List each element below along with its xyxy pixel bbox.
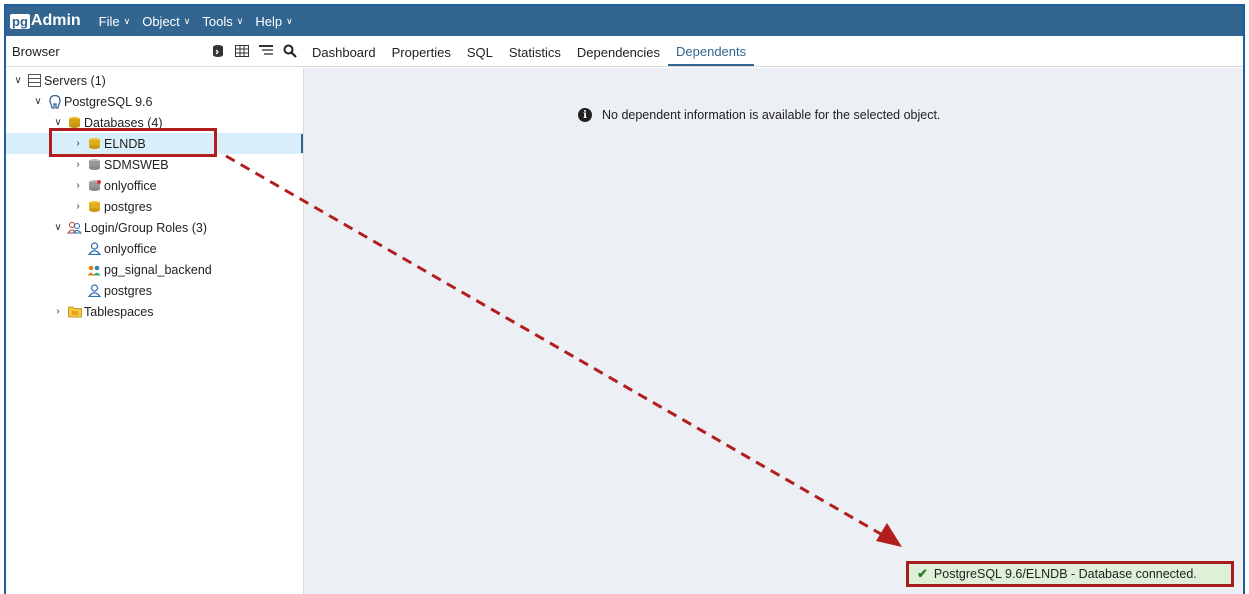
tree-node-servers[interactable]: ∨ Servers (1) bbox=[12, 70, 106, 91]
chevron-right-icon[interactable]: › bbox=[72, 201, 84, 212]
menu-object-label: Object bbox=[142, 13, 180, 29]
tree-label: Tablespaces bbox=[84, 304, 154, 319]
app-window: pg Admin File ∨ Object ∨ Tools ∨ Help ∨ … bbox=[4, 4, 1245, 594]
chevron-right-icon[interactable]: › bbox=[72, 138, 84, 149]
tree-node-db-elndb[interactable]: › ELNDB bbox=[6, 133, 303, 154]
object-tree: ∨ Servers (1) ∨ PostgreSQL 9.6 ∨ Databas… bbox=[6, 68, 304, 594]
database-icon bbox=[87, 137, 102, 150]
check-icon: ✔ bbox=[917, 566, 928, 581]
chevron-down-icon: ∨ bbox=[236, 15, 244, 26]
menu-tools-label: Tools bbox=[202, 13, 233, 29]
main-menu: File ∨ Object ∨ Tools ∨ Help ∨ bbox=[93, 14, 299, 29]
tree-label: ELNDB bbox=[104, 136, 146, 151]
tree-label: pg_signal_backend bbox=[104, 262, 212, 277]
tree-label: SDMSWEB bbox=[104, 157, 169, 172]
logo-admin: Admin bbox=[30, 12, 81, 29]
postgresql-elephant-icon bbox=[47, 94, 62, 109]
tab-dashboard[interactable]: Dashboard bbox=[304, 45, 384, 66]
chevron-right-icon[interactable]: › bbox=[72, 180, 84, 191]
chevron-down-icon[interactable]: ∨ bbox=[52, 117, 64, 128]
view-data-icon[interactable] bbox=[232, 41, 252, 61]
database-disconnected-icon bbox=[87, 158, 102, 171]
database-icon bbox=[87, 200, 102, 213]
tree-node-server[interactable]: ∨ PostgreSQL 9.6 bbox=[32, 91, 152, 112]
user-icon bbox=[87, 242, 102, 255]
search-objects-icon[interactable] bbox=[280, 41, 300, 61]
tree-node-login-roles[interactable]: ∨ Login/Group Roles (3) bbox=[52, 217, 207, 238]
menu-help[interactable]: Help ∨ bbox=[249, 14, 298, 29]
group-roles-icon bbox=[67, 221, 82, 234]
dependents-panel: i No dependent information is available … bbox=[304, 68, 1243, 594]
tree-node-databases[interactable]: ∨ Databases (4) bbox=[52, 112, 163, 133]
tree-node-tablespaces[interactable]: › Tablespaces bbox=[52, 301, 154, 322]
group-role-icon bbox=[87, 263, 102, 276]
info-message: i No dependent information is available … bbox=[578, 108, 940, 122]
chevron-right-icon[interactable]: › bbox=[72, 159, 84, 170]
chevron-down-icon[interactable]: ∨ bbox=[32, 96, 44, 107]
pgadmin-logo: pg Admin bbox=[10, 12, 81, 30]
tree-label: postgres bbox=[104, 199, 152, 214]
browser-title: Browser bbox=[12, 43, 60, 59]
database-disconnected-icon bbox=[87, 179, 102, 192]
browser-panel-header: Browser bbox=[6, 36, 304, 67]
tab-properties[interactable]: Properties bbox=[384, 45, 459, 66]
menu-file[interactable]: File ∨ bbox=[93, 14, 137, 29]
chevron-down-icon: ∨ bbox=[286, 15, 293, 26]
info-icon: i bbox=[578, 108, 592, 122]
query-tool-icon[interactable] bbox=[208, 41, 228, 61]
chevron-down-icon: ∨ bbox=[183, 15, 191, 26]
user-icon bbox=[87, 284, 102, 297]
tree-label: postgres bbox=[104, 283, 152, 298]
filter-rows-icon[interactable] bbox=[256, 41, 276, 61]
tab-sql[interactable]: SQL bbox=[459, 45, 501, 66]
menu-tools[interactable]: Tools ∨ bbox=[196, 14, 249, 29]
tree-label: Databases (4) bbox=[84, 115, 163, 130]
chevron-down-icon[interactable]: ∨ bbox=[12, 75, 24, 86]
tree-label: onlyoffice bbox=[104, 241, 157, 256]
chevron-down-icon[interactable]: ∨ bbox=[52, 222, 64, 233]
chevron-right-icon[interactable]: › bbox=[52, 306, 64, 317]
tree-label: Login/Group Roles (3) bbox=[84, 220, 207, 235]
notification-toast: ✔ PostgreSQL 9.6/ELNDB - Database connec… bbox=[906, 561, 1234, 587]
menu-object[interactable]: Object ∨ bbox=[136, 14, 196, 29]
tree-label: PostgreSQL 9.6 bbox=[64, 94, 153, 109]
databases-icon bbox=[67, 116, 82, 129]
tree-label: Servers (1) bbox=[44, 73, 106, 88]
logo-pg: pg bbox=[10, 13, 30, 29]
info-message-text: No dependent information is available fo… bbox=[602, 108, 941, 122]
toast-message: PostgreSQL 9.6/ELNDB - Database connecte… bbox=[933, 567, 1197, 581]
tab-dependencies[interactable]: Dependencies bbox=[569, 45, 668, 66]
servers-icon bbox=[27, 74, 42, 87]
tree-node-db-onlyoffice[interactable]: › onlyoffice bbox=[72, 175, 157, 196]
tab-dependents[interactable]: Dependents bbox=[668, 44, 755, 66]
tablespaces-folder-icon bbox=[67, 305, 82, 318]
chevron-down-icon: ∨ bbox=[123, 15, 131, 26]
tab-bar: Dashboard Properties SQL Statistics Depe… bbox=[304, 36, 1243, 67]
tree-node-db-postgres[interactable]: › postgres bbox=[72, 196, 152, 217]
menu-help-label: Help bbox=[255, 13, 283, 29]
tree-label: onlyoffice bbox=[104, 178, 157, 193]
tree-node-role-postgres[interactable]: postgres bbox=[87, 280, 152, 301]
menu-file-label: File bbox=[98, 13, 120, 29]
top-navbar: pg Admin File ∨ Object ∨ Tools ∨ Help ∨ bbox=[6, 6, 1243, 36]
tree-node-role-onlyoffice[interactable]: onlyoffice bbox=[87, 238, 157, 259]
tree-node-role-pg-signal-backend[interactable]: pg_signal_backend bbox=[87, 259, 212, 280]
tab-statistics[interactable]: Statistics bbox=[501, 45, 569, 66]
tree-node-db-sdmsweb[interactable]: › SDMSWEB bbox=[72, 154, 169, 175]
